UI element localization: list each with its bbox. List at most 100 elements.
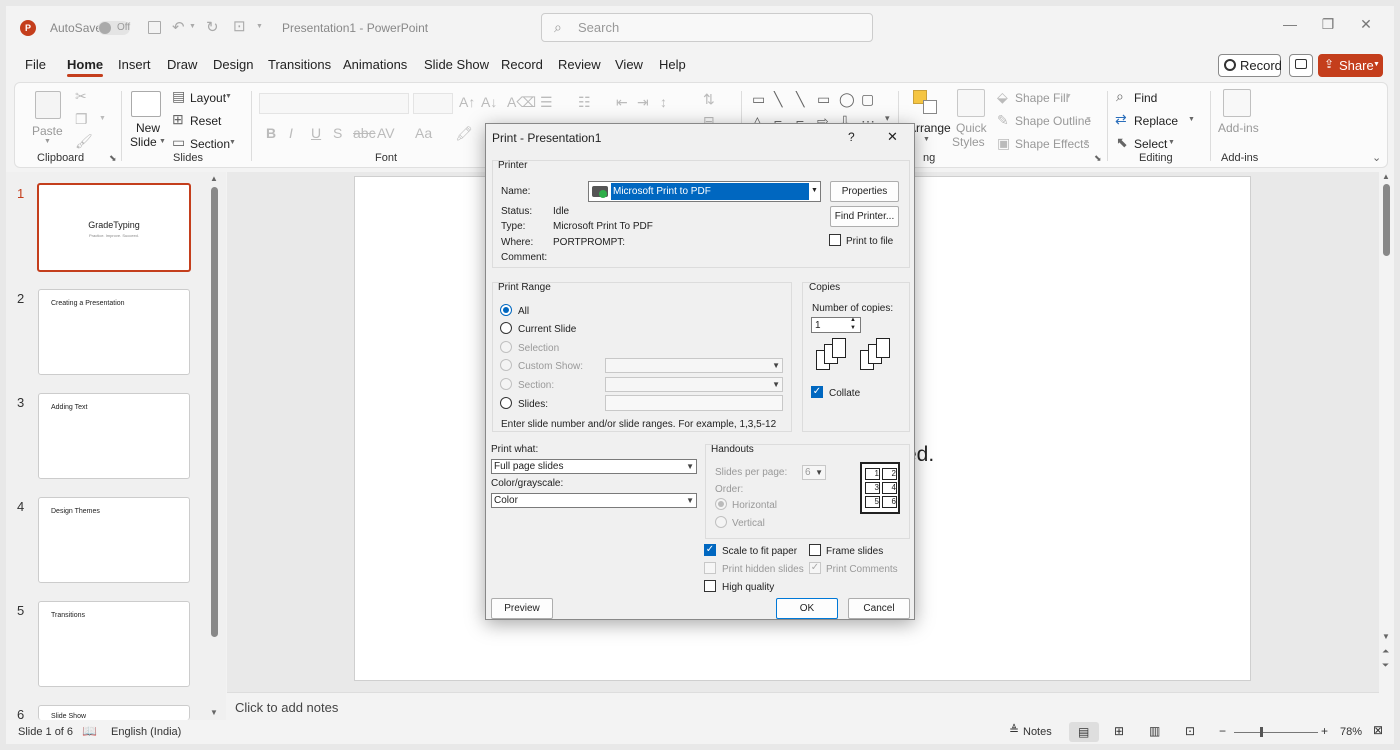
slide-show-icon[interactable]: ⊡ <box>1185 724 1195 738</box>
zoom-out-icon[interactable]: − <box>1219 724 1226 738</box>
text-direction-icon[interactable]: ⇅ <box>703 91 715 108</box>
share-button[interactable]: ⇪ Share ▼ <box>1318 54 1383 77</box>
format-painter-icon[interactable]: 🖌 <box>75 133 93 150</box>
fit-to-window-icon[interactable]: ⊠ <box>1373 723 1383 737</box>
record-button[interactable]: Record <box>1218 54 1282 77</box>
add-ins-icon[interactable] <box>1223 89 1251 117</box>
find-button[interactable]: Find <box>1134 91 1157 105</box>
close-window-button[interactable]: ✕ <box>1346 16 1386 40</box>
frame-slides-checkbox[interactable] <box>809 544 821 556</box>
range-custom-show-label[interactable]: Custom Show: <box>518 361 583 372</box>
range-all-label[interactable]: All <box>518 306 529 317</box>
paste-icon[interactable] <box>35 91 61 119</box>
spin-down-icon[interactable]: ▼ <box>850 325 856 331</box>
line-shape-icon[interactable]: ╲ <box>796 91 804 108</box>
range-slides-radio[interactable] <box>500 397 512 409</box>
order-horizontal-label[interactable]: Horizontal <box>732 500 777 511</box>
range-current-label[interactable]: Current Slide <box>518 324 576 335</box>
print-to-file-checkbox[interactable] <box>829 234 841 246</box>
undo-icon[interactable]: ↶ <box>172 18 185 36</box>
order-vertical-radio[interactable] <box>715 516 727 528</box>
shrink-font-icon[interactable]: A↓ <box>481 94 497 110</box>
oval-shape-icon[interactable]: ◯ <box>839 91 855 108</box>
properties-button[interactable]: Properties <box>830 181 899 202</box>
range-custom-show-radio[interactable] <box>500 359 512 371</box>
scroll-down-icon[interactable]: ▼ <box>210 708 218 717</box>
scale-to-fit-checkbox[interactable]: ✓ <box>704 544 716 556</box>
collate-label[interactable]: Collate <box>829 388 860 399</box>
ok-button[interactable]: OK <box>776 598 838 619</box>
add-ins-button[interactable]: Add-ins <box>1218 121 1259 135</box>
maximize-button[interactable]: ❐ <box>1308 16 1348 40</box>
chevron-down-icon[interactable]: ▼ <box>159 138 166 145</box>
menu-transitions[interactable]: Transitions <box>268 57 331 72</box>
slide-thumbnail[interactable]: Design Themes <box>38 497 190 583</box>
scroll-down-icon[interactable]: ▼ <box>1382 632 1390 641</box>
print-hidden-slides-checkbox[interactable] <box>704 562 716 574</box>
select-button[interactable]: Select <box>1134 137 1167 151</box>
printer-name-select[interactable]: Microsoft Print to PDF ▼ <box>588 181 821 202</box>
cut-icon[interactable]: ✂ <box>75 88 87 105</box>
print-what-select[interactable]: Full page slides ▼ <box>491 459 697 474</box>
print-to-file-label[interactable]: Print to file <box>846 236 893 247</box>
decrease-indent-icon[interactable]: ⇤ <box>616 94 628 111</box>
section-button[interactable]: Section <box>190 137 230 151</box>
normal-view-button[interactable]: ▤ <box>1069 722 1099 742</box>
new-slide-label-2[interactable]: Slide <box>130 135 157 149</box>
reading-view-icon[interactable]: ▥ <box>1149 724 1160 738</box>
save-icon[interactable] <box>148 21 161 34</box>
range-section-label[interactable]: Section: <box>518 380 554 391</box>
find-icon[interactable]: ⌕ <box>1116 88 1124 105</box>
section-icon[interactable]: ▭ <box>172 134 185 151</box>
slide-thumbnail[interactable]: Slide Show <box>38 705 190 720</box>
spin-up-icon[interactable]: ▲ <box>850 317 856 323</box>
chevron-down-icon[interactable]: ▼ <box>923 136 930 143</box>
paste-label[interactable]: Paste <box>32 124 63 138</box>
search-box[interactable]: ⌕ Search <box>541 13 873 42</box>
grow-font-icon[interactable]: A↑ <box>459 94 475 110</box>
rectangle-shape-icon[interactable]: ▭ <box>817 91 830 108</box>
select-icon[interactable]: ⬉ <box>1116 134 1128 151</box>
slide-thumbnail[interactable]: Transitions <box>38 601 190 687</box>
quick-styles-icon[interactable] <box>957 89 985 117</box>
menu-slide-show[interactable]: Slide Show <box>424 57 489 72</box>
range-all-radio[interactable] <box>500 304 512 316</box>
chevron-down-icon[interactable]: ▼ <box>189 23 196 30</box>
character-spacing-icon[interactable]: AV <box>377 125 395 141</box>
underline-icon[interactable]: U <box>311 125 321 141</box>
line-spacing-icon[interactable]: ↕ <box>660 94 667 110</box>
menu-record[interactable]: Record <box>501 57 543 72</box>
layout-icon[interactable]: ▤ <box>172 88 185 105</box>
new-slide-icon[interactable] <box>131 91 161 117</box>
slide-sorter-icon[interactable]: ⊞ <box>1114 724 1124 738</box>
collapse-ribbon-icon[interactable]: ⌄ <box>1372 151 1381 164</box>
range-current-radio[interactable] <box>500 322 512 334</box>
section-select[interactable]: ▼ <box>605 377 783 392</box>
shape-outline-icon[interactable]: ✎ <box>997 112 1009 129</box>
shape-fill-button[interactable]: Shape Fill <box>1015 91 1068 105</box>
zoom-slider[interactable] <box>1234 727 1318 737</box>
notes-icon[interactable]: ≜ <box>1009 723 1019 737</box>
cancel-button[interactable]: Cancel <box>848 598 910 619</box>
notes-pane[interactable]: Click to add notes <box>227 692 1379 720</box>
slides-per-page-select[interactable]: 6 ▼ <box>802 465 826 480</box>
zoom-in-icon[interactable]: + <box>1321 724 1328 738</box>
chevron-down-icon[interactable]: ▼ <box>99 115 106 122</box>
menu-view[interactable]: View <box>615 57 643 72</box>
find-printer-button[interactable]: Find Printer... <box>830 206 899 227</box>
clear-formatting-icon[interactable]: A⌫ <box>507 94 536 111</box>
menu-file[interactable]: File <box>25 57 46 72</box>
slide-scrollbar[interactable] <box>1383 184 1390 256</box>
line-shape-icon[interactable]: ╲ <box>774 91 782 108</box>
copies-value[interactable]: 1 <box>815 320 821 331</box>
print-comments-label[interactable]: Print Comments <box>826 564 898 575</box>
slide-thumbnail[interactable]: Adding Text <box>38 393 190 479</box>
arrange-icon[interactable] <box>913 90 939 116</box>
menu-help[interactable]: Help <box>659 57 686 72</box>
print-hidden-slides-label[interactable]: Print hidden slides <box>722 564 804 575</box>
font-family-combo[interactable] <box>259 93 409 114</box>
menu-home[interactable]: Home <box>67 57 104 77</box>
spelling-icon[interactable]: 📖 <box>82 724 97 738</box>
italic-icon[interactable]: I <box>289 125 293 141</box>
order-vertical-label[interactable]: Vertical <box>732 518 765 529</box>
